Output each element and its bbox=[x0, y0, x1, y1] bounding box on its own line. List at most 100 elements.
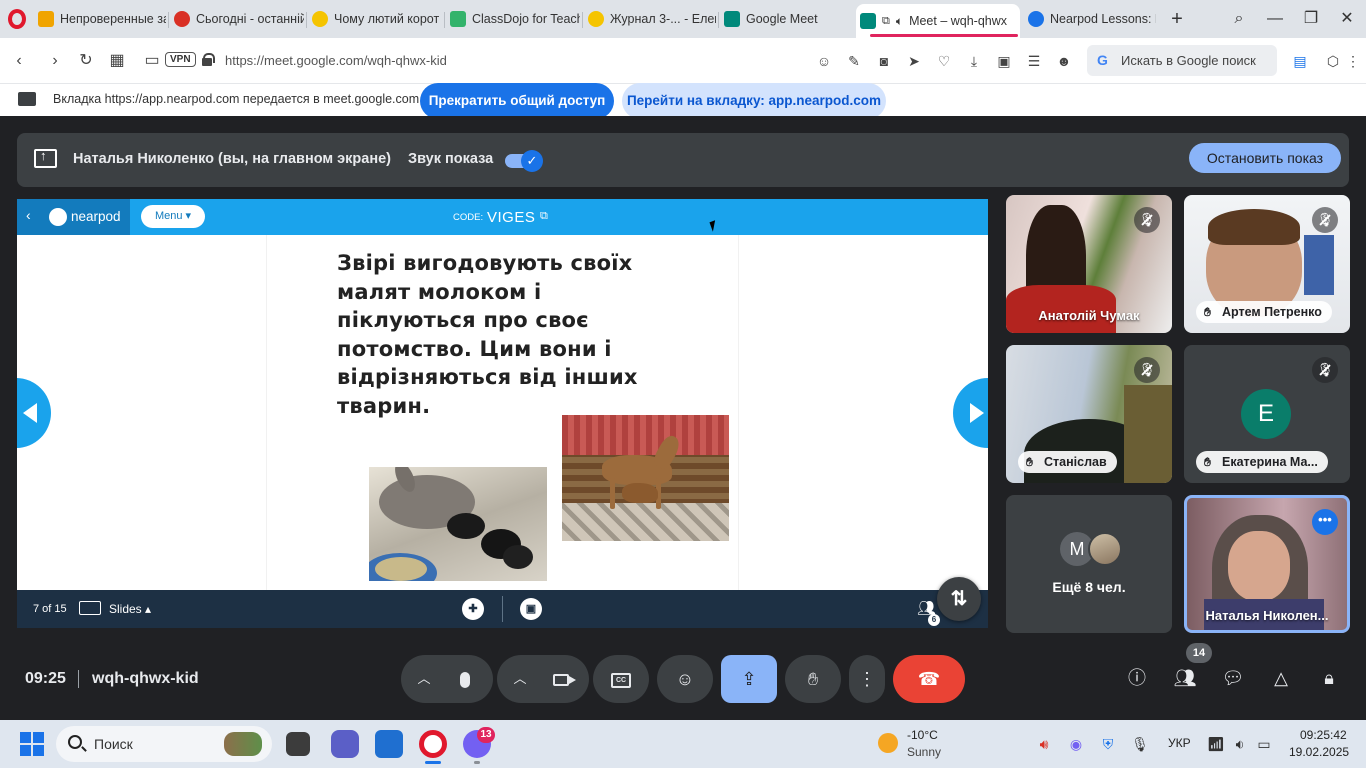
download-icon[interactable]: ⤓ bbox=[963, 50, 985, 72]
vpn-badge[interactable]: VPN bbox=[165, 52, 196, 67]
opera-logo-icon[interactable] bbox=[8, 9, 26, 29]
tab-meet-active[interactable]: ⧉ 🔈︎ Meet – wqh-qhwx bbox=[856, 4, 1020, 38]
tab-label: Meet – wqh-qhwx bbox=[909, 14, 1008, 28]
meet-window: Наталья Николенко (вы, на главном экране… bbox=[0, 116, 1366, 720]
close-icon[interactable]: ✕ bbox=[1334, 6, 1360, 32]
battery-icon[interactable]: ▭ bbox=[1254, 734, 1274, 754]
stop-presenting-button[interactable]: Остановить показ bbox=[1189, 143, 1341, 173]
slides-icon[interactable] bbox=[79, 601, 101, 615]
microphone-button[interactable] bbox=[437, 655, 493, 703]
more-options-icon[interactable]: ••• bbox=[1312, 509, 1338, 535]
next-slide-button[interactable] bbox=[953, 378, 988, 448]
volume-icon[interactable]: 🔉︎ bbox=[1230, 734, 1250, 754]
viber-tray-icon[interactable]: ◉ bbox=[1066, 734, 1086, 754]
opera-taskbar-icon[interactable] bbox=[419, 730, 447, 758]
tab-february[interactable]: Чому лютий корот bbox=[308, 4, 442, 34]
tab-nearpod[interactable]: Nearpod Lessons: D bbox=[1024, 4, 1156, 34]
previous-slide-button[interactable] bbox=[17, 378, 51, 448]
send-icon[interactable]: ➤ bbox=[903, 50, 925, 72]
new-tab-icon[interactable]: + bbox=[1166, 8, 1188, 30]
wifi-icon[interactable]: 📶︎ bbox=[1206, 734, 1226, 754]
mic-tray-icon[interactable]: 🎙︎ bbox=[1130, 734, 1150, 754]
back-icon[interactable]: ‹ bbox=[26, 207, 31, 223]
teams-icon[interactable] bbox=[331, 730, 359, 758]
more-menu-icon[interactable]: ⋮ bbox=[1346, 50, 1360, 72]
url-field[interactable]: https://meet.google.com/wqh-qhwx-kid bbox=[225, 53, 447, 68]
edit-icon[interactable]: ✎ bbox=[843, 50, 865, 72]
participant-tile[interactable]: E 🎙︎ ✋︎ Екатерина Ма... bbox=[1184, 345, 1350, 483]
slide-counter: 7 of 15 bbox=[33, 603, 67, 615]
mic-options-icon[interactable]: ︿ bbox=[410, 655, 438, 703]
slides-toggle[interactable]: Slides ▴ bbox=[109, 602, 151, 616]
weather-condition[interactable]: Sunny bbox=[907, 745, 941, 759]
more-participants-tile[interactable]: M Ещё 8 чел. bbox=[1006, 495, 1172, 633]
tab-snapshot-icon[interactable]: ▭ bbox=[141, 50, 163, 72]
language-indicator[interactable]: УКР bbox=[1168, 736, 1191, 750]
swap-layout-icon[interactable]: ⇅ bbox=[937, 577, 981, 621]
participant-tile[interactable]: 🎙︎ ✋︎ Станіслав bbox=[1006, 345, 1172, 483]
camera-icon[interactable]: ◙ bbox=[873, 50, 895, 72]
meeting-time: 09:25 bbox=[25, 670, 66, 687]
host-controls-icon[interactable]: 🔒︎ bbox=[1316, 665, 1342, 691]
raise-hand-button[interactable]: ✋︎ bbox=[785, 655, 841, 703]
menu-label: Menu bbox=[154, 210, 183, 222]
taskbar-search[interactable]: Поиск bbox=[56, 726, 272, 762]
people-count-badge: 14 bbox=[1186, 643, 1212, 663]
search-placeholder: Искать в Google поиск bbox=[1121, 53, 1256, 68]
clock-date[interactable]: 19.02.2025 bbox=[1289, 745, 1349, 759]
speaker-tray-icon[interactable]: 🔊︎ bbox=[1034, 734, 1054, 754]
reload-icon[interactable]: ↻ bbox=[75, 50, 97, 72]
tab-journal[interactable]: Журнал 3-... - Елект bbox=[584, 4, 716, 34]
restore-icon[interactable]: ❐ bbox=[1298, 6, 1324, 32]
store-icon[interactable] bbox=[375, 730, 403, 758]
external-link-icon[interactable]: ⧉ bbox=[540, 210, 548, 223]
windows-start-icon[interactable] bbox=[20, 732, 44, 756]
nearpod-menu-button[interactable]: Menu ▾ bbox=[141, 205, 205, 228]
heart-icon[interactable]: ♡ bbox=[933, 50, 955, 72]
extensions-icon[interactable]: ⬡ bbox=[1322, 50, 1344, 72]
sidebar-icon[interactable]: ▤ bbox=[1289, 50, 1311, 72]
profile-icon[interactable]: ☻ bbox=[1053, 50, 1075, 72]
leave-call-button[interactable]: ☎︎ bbox=[893, 655, 965, 703]
weather-sun-icon[interactable] bbox=[878, 733, 898, 753]
more-options-button[interactable]: ⋮ bbox=[849, 655, 885, 703]
activity-icon[interactable]: ✚ bbox=[462, 598, 484, 620]
task-view-icon[interactable] bbox=[286, 732, 310, 756]
present-button[interactable]: ⇪ bbox=[721, 655, 777, 703]
stop-sharing-button[interactable]: Прекратить общий доступ bbox=[420, 83, 614, 119]
people-icon[interactable]: 👥︎ bbox=[1172, 665, 1198, 691]
emoji-icon[interactable]: ☺ bbox=[813, 50, 835, 72]
reactions-button[interactable]: ☺ bbox=[657, 655, 713, 703]
tab-today[interactable]: Сьогодні - останній bbox=[170, 4, 304, 34]
lock-icon[interactable] bbox=[202, 53, 215, 66]
minimize-icon[interactable]: — bbox=[1262, 6, 1288, 32]
self-view-tile[interactable]: ••• Наталья Николен... bbox=[1184, 495, 1350, 633]
share-sound-toggle[interactable]: ✓ bbox=[505, 150, 543, 172]
activities-icon[interactable]: △ bbox=[1268, 665, 1294, 691]
participant-tile[interactable]: 🎙︎ ✋︎ Артем Петренко bbox=[1184, 195, 1350, 333]
whiteboard-icon[interactable]: ▣ bbox=[520, 598, 542, 620]
search-tabs-icon[interactable]: ⌕ bbox=[1226, 6, 1252, 32]
google-search-input[interactable]: G Искать в Google поиск bbox=[1087, 45, 1277, 76]
pip-icon[interactable]: ⧉ bbox=[882, 15, 890, 28]
camera-options-icon[interactable]: ︿ bbox=[506, 655, 534, 703]
clock-time[interactable]: 09:25:42 bbox=[1300, 728, 1347, 742]
captions-button[interactable]: CC bbox=[593, 655, 649, 703]
tab-label: Nearpod Lessons: D bbox=[1050, 12, 1156, 26]
forward-icon[interactable]: › bbox=[44, 50, 66, 72]
switch-tab-button[interactable]: Перейти на вкладку: app.nearpod.com bbox=[622, 83, 886, 119]
weather-temp[interactable]: -10°C bbox=[907, 728, 938, 742]
security-tray-icon[interactable]: ⛨ bbox=[1098, 734, 1118, 754]
back-icon[interactable]: ‹ bbox=[8, 50, 30, 72]
speed-dial-icon[interactable]: ▦ bbox=[106, 50, 128, 72]
video-popout-icon[interactable]: ▣ bbox=[993, 50, 1015, 72]
speaker-icon[interactable]: 🔈︎ bbox=[896, 14, 903, 29]
tab-classdojo[interactable]: ClassDojo for Teache bbox=[446, 4, 580, 34]
participant-tile[interactable]: 🎙︎ Анатолій Чумак bbox=[1006, 195, 1172, 333]
tab-unchecked[interactable]: Непроверенные за bbox=[34, 4, 166, 34]
tab-google-meet[interactable]: Google Meet bbox=[720, 4, 852, 34]
camera-button[interactable] bbox=[533, 655, 589, 703]
meeting-info-icon[interactable]: ⓘ bbox=[1124, 665, 1150, 691]
menu-lines-icon[interactable]: ☰ bbox=[1023, 50, 1045, 72]
chat-icon[interactable]: 💬︎ bbox=[1220, 665, 1246, 691]
